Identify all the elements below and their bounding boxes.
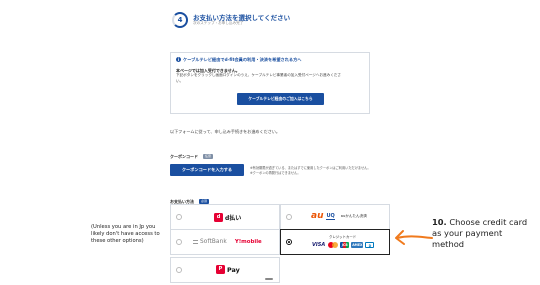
- step-progress-indicator: 4: [172, 12, 188, 28]
- payment-option-pay[interactable]: P Pay: [170, 257, 280, 283]
- softbank-text: SoftBank: [200, 239, 227, 245]
- payment-option-softbank[interactable]: SoftBank Y!mobile: [170, 229, 280, 255]
- coupon-label: クーポンコード: [170, 154, 198, 159]
- info-icon: i: [176, 57, 181, 62]
- radio-button[interactable]: [176, 214, 182, 220]
- visa-logo: VISA: [312, 242, 326, 248]
- notice-title: ケーブルテレビ経由でd-fit会員の利用・決済を希望される方へ: [183, 57, 302, 62]
- step-number: 4: [177, 16, 183, 24]
- d-barai-logo: d d払い: [214, 211, 241, 223]
- au-logo: au UQ auかんたん決済: [311, 212, 367, 221]
- radio-button[interactable]: [176, 267, 182, 273]
- pay-text: Pay: [227, 265, 240, 274]
- mastercard-logo: [328, 242, 339, 248]
- card-brands: VISA JCB AMEX D: [311, 242, 375, 248]
- annotation-left: (Unless you are in Jp you likely don't h…: [91, 224, 160, 244]
- softbank-lines-icon: [193, 239, 198, 244]
- softbank-logo: SoftBank Y!mobile: [193, 239, 262, 245]
- scroll-handle-icon: [265, 278, 273, 280]
- radio-button-selected[interactable]: [286, 239, 292, 245]
- enter-coupon-button[interactable]: クーポンコードを入力する: [170, 164, 244, 176]
- form-instruction: 以下フォームに従って、申し込み手続きをお進めください。: [170, 129, 280, 134]
- ymobile-text: Y!mobile: [234, 239, 262, 245]
- annotation-right-text: Choose credit card as your payment metho…: [432, 217, 528, 249]
- au-easy-payment-text: auかんたん決済: [340, 214, 367, 218]
- payment-option-credit-card[interactable]: クレジットカード VISA JCB AMEX D: [280, 229, 390, 255]
- uq-mark: UQ: [326, 212, 335, 220]
- payment-option-au[interactable]: au UQ auかんたん決済: [280, 204, 390, 230]
- coupon-note: ※クーポンの再発行はできません。: [250, 171, 301, 175]
- pay-logo: P Pay: [216, 265, 240, 274]
- amex-logo: AMEX: [351, 242, 364, 248]
- step-subtitle: 次のステップ・お申し込み完了: [193, 21, 244, 25]
- credit-card-label: クレジットカード: [329, 235, 357, 239]
- notice-line: 下記ボタンをクリックし画面ログインのうえ、ケーブルテレビ事業者の加入受付ページへ…: [176, 73, 342, 77]
- diners-logo: D: [365, 242, 375, 248]
- jcb-logo: JCB: [340, 242, 350, 248]
- cable-tv-signup-button[interactable]: ケーブルテレビ経由のご加入はこちら: [237, 93, 324, 105]
- arrow-icon: [395, 230, 433, 245]
- radio-button[interactable]: [176, 239, 182, 245]
- notice-line: い。: [176, 79, 184, 83]
- optional-badge: 任意: [203, 153, 214, 159]
- radio-button[interactable]: [286, 214, 292, 220]
- d-logo-mark: d: [214, 212, 223, 222]
- step-badge: 10.: [432, 217, 447, 227]
- d-barai-text: d払い: [225, 214, 242, 222]
- payment-option-d-barai[interactable]: d d払い: [170, 204, 280, 230]
- au-mark: au: [311, 211, 324, 221]
- annotation-right: 10. Choose credit card as your payment m…: [432, 217, 530, 250]
- pay-logo-mark: P: [216, 265, 225, 274]
